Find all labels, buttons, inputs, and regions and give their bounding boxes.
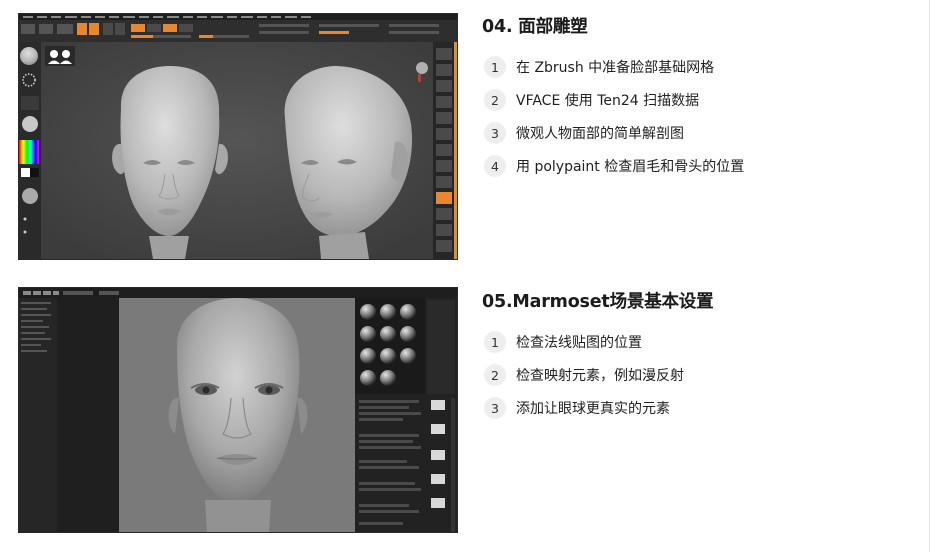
scale-button[interactable] <box>103 23 113 35</box>
slider[interactable] <box>389 31 439 34</box>
material-icon[interactable] <box>22 116 38 132</box>
zsub-button[interactable] <box>179 24 193 32</box>
list-item: 3 微观人物面部的简单解剖图 <box>482 122 922 144</box>
material-sphere[interactable] <box>380 348 396 364</box>
step-text: 在 Zbrush 中准备脸部基础网格 <box>516 60 715 76</box>
right-scrollbar[interactable] <box>454 42 457 259</box>
step-text: 微观人物面部的简单解剖图 <box>516 126 684 142</box>
list-item: 3 添加让眼球更真实的元素 <box>482 397 922 419</box>
step-number-badge: 4 <box>484 155 506 177</box>
material-sphere[interactable] <box>360 304 376 320</box>
list-item: 4 用 polypaint 检查眉毛和骨头的位置 <box>482 155 922 177</box>
material-sphere[interactable] <box>400 348 416 364</box>
mrgb-button[interactable] <box>131 24 145 32</box>
nav-cube-icon[interactable] <box>416 62 428 74</box>
move-button[interactable] <box>89 23 99 35</box>
toolbar-button[interactable] <box>39 24 53 34</box>
toolbar-button[interactable] <box>57 24 73 34</box>
step-number-badge: 2 <box>484 89 506 111</box>
secondary-color-swatch[interactable] <box>30 168 39 177</box>
material-sphere[interactable] <box>400 326 416 342</box>
slider[interactable] <box>389 24 439 27</box>
rotate-button[interactable] <box>115 23 125 35</box>
slider[interactable] <box>259 24 309 27</box>
rgb-button[interactable] <box>147 24 161 32</box>
list-item: 2 VFACE 使用 Ten24 扫描数据 <box>482 89 922 111</box>
step-list: 1 检查法线贴图的位置 2 检查映射元素，例如漫反射 3 添加让眼球更真实的元素 <box>482 331 922 419</box>
step-text: 检查映射元素，例如漫反射 <box>516 368 684 384</box>
alpha-icon[interactable] <box>21 96 39 110</box>
material-sphere[interactable] <box>380 304 396 320</box>
list-item: 1 检查法线贴图的位置 <box>482 331 922 353</box>
step-number-badge: 1 <box>484 331 506 353</box>
brush-icon[interactable] <box>20 47 38 65</box>
section-marmoset-setup: 05.Marmoset场景基本设置 1 检查法线贴图的位置 2 检查映射元素，例… <box>482 287 922 430</box>
step-number-badge: 3 <box>484 397 506 419</box>
active-shelf-button[interactable] <box>436 192 452 204</box>
zbrush-ui-illustration <box>19 14 457 259</box>
section-face-sculpting: 04. 面部雕塑 1 在 Zbrush 中准备脸部基础网格 2 VFACE 使用… <box>482 12 922 188</box>
main-color-swatch[interactable] <box>21 168 30 177</box>
step-text: VFACE 使用 Ten24 扫描数据 <box>516 93 700 109</box>
material-sphere[interactable] <box>400 304 416 320</box>
material-sphere[interactable] <box>360 370 376 386</box>
zadd-button[interactable] <box>163 24 177 32</box>
step-number-badge: 3 <box>484 122 506 144</box>
material-sphere[interactable] <box>380 370 396 386</box>
step-number-badge: 1 <box>484 56 506 78</box>
draw-button[interactable] <box>77 23 87 35</box>
texture-icon[interactable] <box>22 188 38 204</box>
material-sphere[interactable] <box>380 326 396 342</box>
list-item: 1 在 Zbrush 中准备脸部基础网格 <box>482 56 922 78</box>
toolbar-button[interactable] <box>21 24 35 34</box>
slider[interactable] <box>259 31 309 34</box>
marmoset-ui-illustration <box>19 288 457 532</box>
material-sphere[interactable] <box>360 326 376 342</box>
material-sphere[interactable] <box>360 348 376 364</box>
color-picker[interactable] <box>19 140 39 164</box>
step-text: 用 polypaint 检查眉毛和骨头的位置 <box>516 159 745 175</box>
step-list: 1 在 Zbrush 中准备脸部基础网格 2 VFACE 使用 Ten24 扫描… <box>482 56 922 177</box>
slider[interactable] <box>319 24 379 27</box>
step-number-badge: 2 <box>484 364 506 386</box>
panel-scrollbar[interactable] <box>451 398 455 532</box>
section-title: 04. 面部雕塑 <box>482 17 588 37</box>
properties-panel <box>57 298 119 532</box>
list-item: 2 检查映射元素，例如漫反射 <box>482 364 922 386</box>
step-text: 添加让眼球更真实的元素 <box>516 401 670 417</box>
marmoset-screenshot <box>18 287 458 533</box>
step-text: 检查法线贴图的位置 <box>516 335 642 351</box>
zbrush-screenshot <box>18 13 458 260</box>
section-title: 05.Marmoset场景基本设置 <box>482 292 714 312</box>
